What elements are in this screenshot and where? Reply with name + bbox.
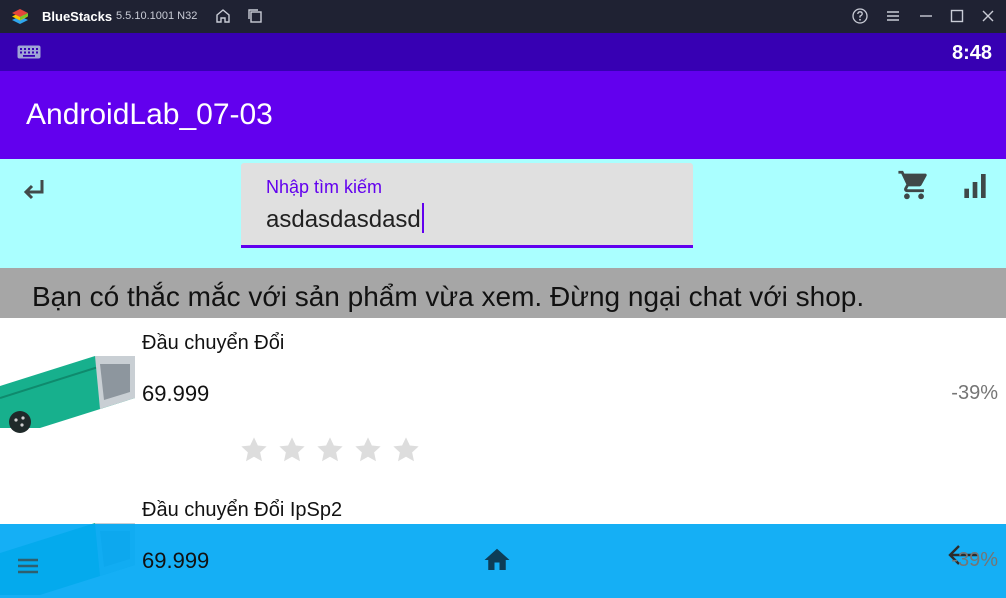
keyboard-icon [17,45,41,59]
app-title: AndroidLab_07-03 [26,98,273,131]
chat-banner: Bạn có thắc mắc với sản phẩm vừa xem. Đừ… [0,268,1006,318]
rating-bar[interactable] [238,434,422,466]
minimize-icon[interactable] [917,7,935,25]
status-bar: 8:48 [0,33,1006,71]
search-label: Nhập tìm kiếm [266,177,383,197]
product-name: Đầu chuyển Đổi [142,332,285,354]
status-clock: 8:48 [951,42,992,64]
bar-chart-icon[interactable] [959,170,991,202]
search-value-text: asdasdasdasd [266,206,421,233]
help-icon[interactable] [851,7,869,25]
star-icon[interactable] [238,434,270,466]
bluestacks-logo-icon [12,9,28,24]
multi-window-icon[interactable] [246,7,264,25]
product-price: 69.999 [142,548,210,573]
product-discount: -39% [951,382,998,404]
product-price: 69.999 [142,381,210,406]
emulator-version: 5.5.10.1001 N32 [116,10,198,22]
maximize-icon[interactable] [948,7,966,25]
menu-icon[interactable] [884,7,902,25]
emulator-name: BlueStacks [42,9,113,24]
home-icon[interactable] [214,7,232,25]
star-icon[interactable] [276,434,308,466]
search-value[interactable]: asdasdasdasd [266,203,424,234]
product-image [0,354,135,434]
app-bar: AndroidLab_07-03 [0,71,1006,159]
star-icon[interactable] [352,434,384,466]
home-icon[interactable] [481,545,513,575]
product-discount: -39% [951,549,998,571]
banner-text: Bạn có thắc mắc với sản phẩm vừa xem. Đừ… [32,281,865,312]
search-input[interactable]: Nhập tìm kiếm asdasdasdasd [241,163,693,248]
close-icon[interactable] [979,7,997,25]
menu-icon[interactable] [17,557,39,575]
return-icon[interactable] [20,175,48,203]
text-caret [421,203,424,233]
emulator-title-bar: BlueStacks 5.5.10.1001 N32 [0,0,1006,33]
star-icon[interactable] [314,434,346,466]
star-icon[interactable] [390,434,422,466]
cart-icon[interactable] [897,168,931,202]
product-name: Đầu chuyển Đổi IpSp2 [142,499,343,521]
